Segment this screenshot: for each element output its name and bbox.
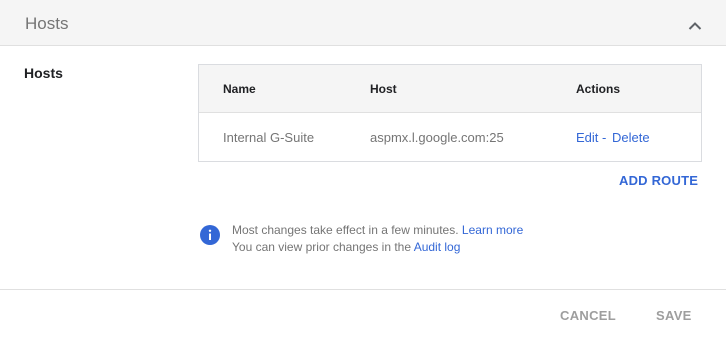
table-header: Name Host Actions	[199, 65, 701, 113]
chevron-up-icon[interactable]	[682, 13, 708, 39]
learn-more-link[interactable]: Learn more	[462, 223, 523, 237]
column-header-name: Name	[223, 82, 256, 96]
info-line-2: You can view prior changes in the Audit …	[232, 240, 460, 254]
section-header-title: Hosts	[25, 14, 69, 33]
add-route-button[interactable]: ADD ROUTE	[619, 173, 698, 188]
hosts-label: Hosts	[24, 65, 63, 81]
info-line-1: Most changes take effect in a few minute…	[232, 223, 523, 237]
hosts-table: Name Host Actions Internal G-Suite aspmx…	[198, 64, 702, 162]
edit-link[interactable]: Edit	[576, 130, 598, 145]
host-address-cell: aspmx.l.google.com:25	[370, 130, 504, 145]
collapse-button[interactable]	[682, 13, 708, 39]
audit-log-link[interactable]: Audit log	[414, 240, 461, 254]
column-header-actions: Actions	[576, 82, 621, 96]
info-icon	[200, 225, 220, 245]
info-text-2: You can view prior changes in the	[232, 240, 412, 254]
cancel-button[interactable]: CANCEL	[560, 308, 616, 323]
action-separator: -	[602, 130, 607, 145]
section-header: Hosts	[0, 0, 726, 46]
table-row: Internal G-Suite aspmx.l.google.com:25 E…	[199, 113, 701, 161]
column-header-host: Host	[370, 82, 397, 96]
footer-divider	[0, 289, 726, 290]
info-text-1: Most changes take effect in a few minute…	[232, 223, 459, 237]
save-button[interactable]: SAVE	[656, 308, 692, 323]
host-name-cell: Internal G-Suite	[223, 130, 315, 145]
delete-link[interactable]: Delete	[612, 130, 650, 145]
